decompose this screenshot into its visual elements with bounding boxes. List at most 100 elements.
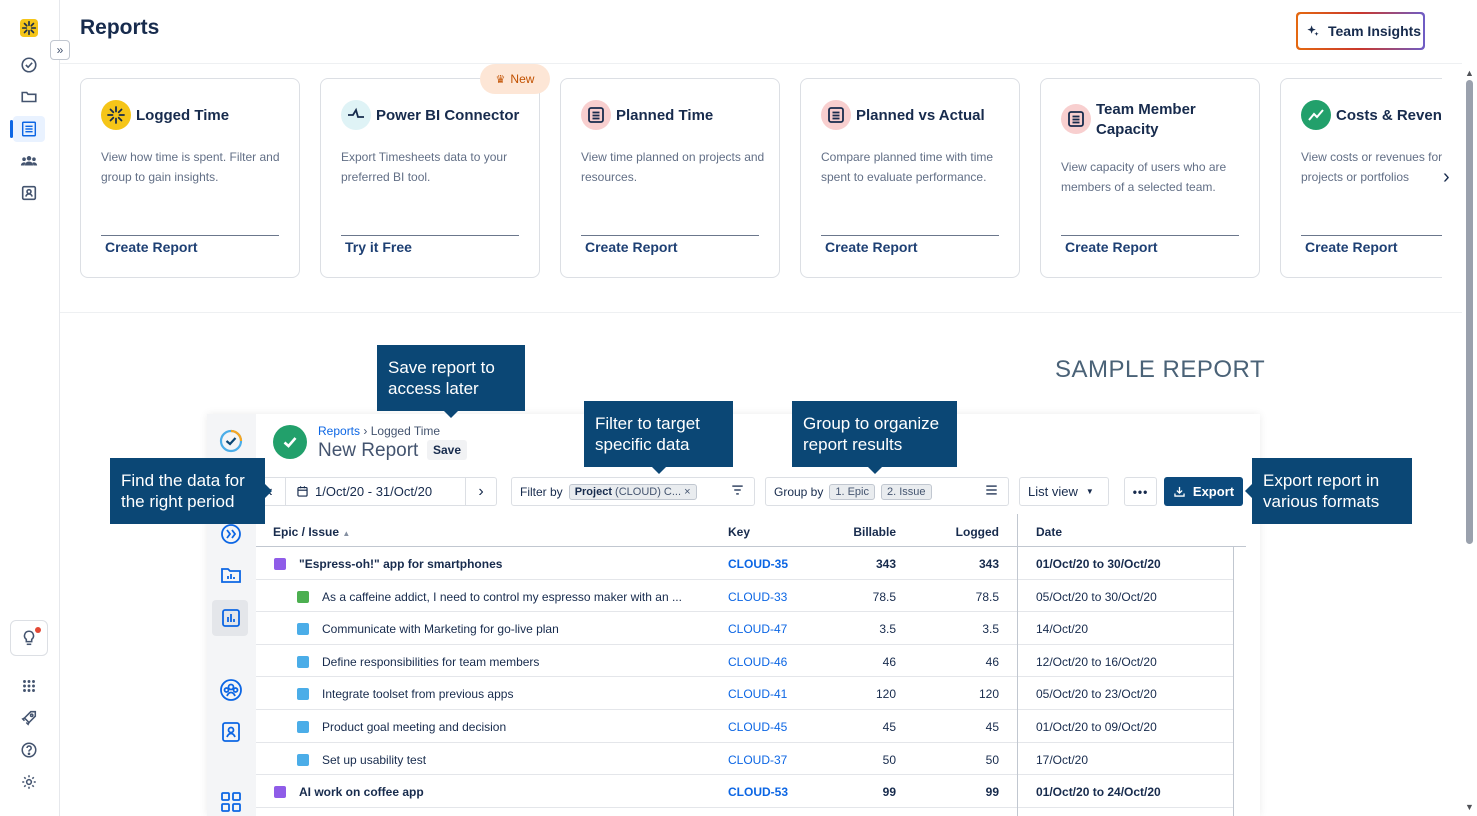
view-select-value: List view (1028, 484, 1078, 499)
column-header-date[interactable]: Date (1036, 525, 1062, 539)
table-header: Epic / Issue ▲ Key Billable Logged Date (256, 514, 1246, 547)
issue-summary[interactable]: AI work on coffee app (299, 785, 424, 799)
create-report-link[interactable]: Create Report (105, 239, 198, 255)
apps-grid-icon[interactable] (16, 673, 42, 699)
check-circle-icon[interactable] (16, 52, 42, 78)
export-button[interactable]: Export (1164, 477, 1243, 506)
table-row[interactable]: "Espress-oh!" app for smartphones CLOUD-3… (256, 547, 1234, 580)
create-report-link[interactable]: Create Report (1305, 239, 1398, 255)
sample-logo-icon (218, 428, 244, 454)
date-range-cell: 01/Oct/20 to 30/Oct/20 (1036, 557, 1161, 571)
notification-button[interactable] (10, 620, 48, 656)
issue-summary[interactable]: Communicate with Marketing for go-live p… (322, 622, 559, 636)
try-it-free-link[interactable]: Try it Free (345, 239, 412, 255)
issue-summary[interactable]: Set up usability test (322, 753, 426, 767)
group-chip-epic[interactable]: 1. Epic (829, 483, 875, 500)
column-header-logged[interactable]: Logged (899, 525, 999, 539)
report-status-icon (273, 425, 307, 459)
card-divider (101, 235, 279, 236)
issue-summary[interactable]: As a caffeine addict, I need to control … (322, 590, 682, 604)
table-row[interactable]: Define responsibilities for team members… (256, 645, 1234, 678)
scroll-up-arrow-icon[interactable]: ▲ (1465, 68, 1474, 78)
filter-chip[interactable]: Project (CLOUD) C... × (568, 483, 697, 500)
table-row[interactable]: Product goal meeting and decision CLOUD-4… (256, 710, 1234, 743)
issue-key-link[interactable]: CLOUD-33 (728, 590, 787, 604)
card-team-member-capacity[interactable]: Team Member Capacity View capacity of us… (1040, 78, 1260, 278)
app-logo-icon[interactable] (16, 15, 42, 41)
sample-grid-icon (218, 789, 244, 815)
contact-card-icon[interactable] (16, 180, 42, 206)
task-type-icon (297, 753, 309, 766)
folder-icon[interactable] (16, 84, 42, 110)
create-report-link[interactable]: Create Report (585, 239, 678, 255)
cards-next-chevron-icon[interactable]: › (1443, 166, 1450, 189)
column-header-issue[interactable]: Epic / Issue ▲ (273, 525, 350, 539)
create-report-link[interactable]: Create Report (825, 239, 918, 255)
card-title: Power BI Connector (376, 107, 520, 124)
card-planned-time[interactable]: Planned Time View time planned on projec… (560, 78, 780, 278)
more-actions-button[interactable]: ••• (1124, 477, 1157, 506)
team-insights-button[interactable]: Team Insights (1296, 12, 1425, 50)
issue-key-link[interactable]: CLOUD-45 (728, 720, 787, 734)
settings-gear-icon[interactable] (16, 769, 42, 795)
app-root: » Reports Team Insights ♛ New Logged Tim… (0, 0, 1477, 816)
issue-summary[interactable]: Product goal meeting and decision (322, 720, 506, 734)
issue-key-link[interactable]: CLOUD-37 (728, 753, 787, 767)
save-button[interactable]: Save (427, 440, 468, 460)
card-logged-time[interactable]: Logged Time View how time is spent. Filt… (80, 78, 300, 278)
column-header-billable[interactable]: Billable (796, 525, 896, 539)
issue-key-link[interactable]: CLOUD-41 (728, 687, 787, 701)
logged-value: 45 (985, 720, 999, 734)
task-type-icon (297, 688, 309, 701)
issue-key-link[interactable]: CLOUD-53 (728, 785, 788, 799)
card-divider (581, 235, 759, 236)
card-power-bi[interactable]: Power BI Connector Export Timesheets dat… (320, 78, 540, 278)
table-row[interactable]: Integrate toolset from previous apps CLOU… (256, 677, 1234, 710)
group-menu-icon[interactable] (985, 484, 998, 499)
expand-sidebar-button[interactable]: » (50, 40, 70, 60)
issue-key-link[interactable]: CLOUD-47 (728, 622, 787, 636)
rocket-icon[interactable] (16, 705, 42, 731)
sample-contact-icon (218, 719, 244, 745)
date-range-picker[interactable]: ‹ 1/Oct/20 - 31/Oct/20 › (254, 477, 497, 506)
filter-funnel-icon[interactable] (731, 484, 744, 499)
issue-summary[interactable]: Integrate toolset from previous apps (322, 687, 513, 701)
table-row[interactable]: Communicate with Marketing for go-live p… (256, 612, 1234, 645)
breadcrumb-reports[interactable]: Reports (318, 424, 360, 438)
view-select[interactable]: List view ▼ (1019, 477, 1109, 506)
card-costs-revenue[interactable]: Costs & Revenu View costs or revenues fo… (1280, 78, 1442, 278)
card-planned-vs-actual[interactable]: Planned vs Actual Compare planned time w… (800, 78, 1020, 278)
reports-icon[interactable] (10, 116, 45, 142)
table-row[interactable]: Set up usability test CLOUD-37 50 50 17/Oct/… (256, 743, 1234, 776)
next-period-chevron-icon[interactable]: › (466, 483, 496, 501)
table-row[interactable]: AI work on coffee app CLOUD-53 99 99 01/Oct/… (256, 775, 1234, 808)
page-scrollbar[interactable]: ▲ ▼ (1463, 64, 1477, 816)
group-chip-issue[interactable]: 2. Issue (881, 483, 932, 500)
help-icon[interactable] (16, 737, 42, 763)
column-header-key[interactable]: Key (728, 525, 750, 539)
issue-summary[interactable]: Define responsibilities for team members (322, 655, 539, 669)
table-row[interactable]: As a caffeine addict, I need to control … (256, 580, 1234, 613)
sample-report-preview: Reports › Logged Time New Report Save ‹ … (207, 414, 1260, 816)
card-divider (1301, 235, 1442, 236)
logged-value: 120 (978, 687, 999, 702)
sort-icon[interactable]: ▲ (342, 529, 350, 538)
create-report-link[interactable]: Create Report (1065, 239, 1158, 255)
issue-key-link[interactable]: CLOUD-35 (728, 557, 788, 571)
logged-value: 46 (985, 654, 999, 669)
issue-key-link[interactable]: CLOUD-46 (728, 655, 787, 669)
epic-type-icon (274, 558, 286, 570)
remove-filter-icon[interactable]: × (684, 486, 690, 498)
sample-folder-chart-icon (218, 562, 244, 588)
report-cards: Logged Time View how time is spent. Filt… (80, 78, 1442, 278)
scrollbar-thumb[interactable] (1466, 80, 1473, 544)
date-range-value: 1/Oct/20 - 31/Oct/20 (315, 484, 433, 499)
filter-by-field[interactable]: Filter by Project (CLOUD) C... × (511, 477, 755, 506)
scroll-down-arrow-icon[interactable]: ▼ (1465, 802, 1474, 812)
story-type-icon (297, 590, 309, 603)
group-by-field[interactable]: Group by 1. Epic 2. Issue (765, 477, 1009, 506)
issue-summary[interactable]: "Espress-oh!" app for smartphones (299, 557, 502, 571)
card-description: Export Timesheets data to your preferred… (341, 150, 508, 184)
card-divider (821, 235, 999, 236)
team-icon[interactable] (16, 148, 42, 174)
